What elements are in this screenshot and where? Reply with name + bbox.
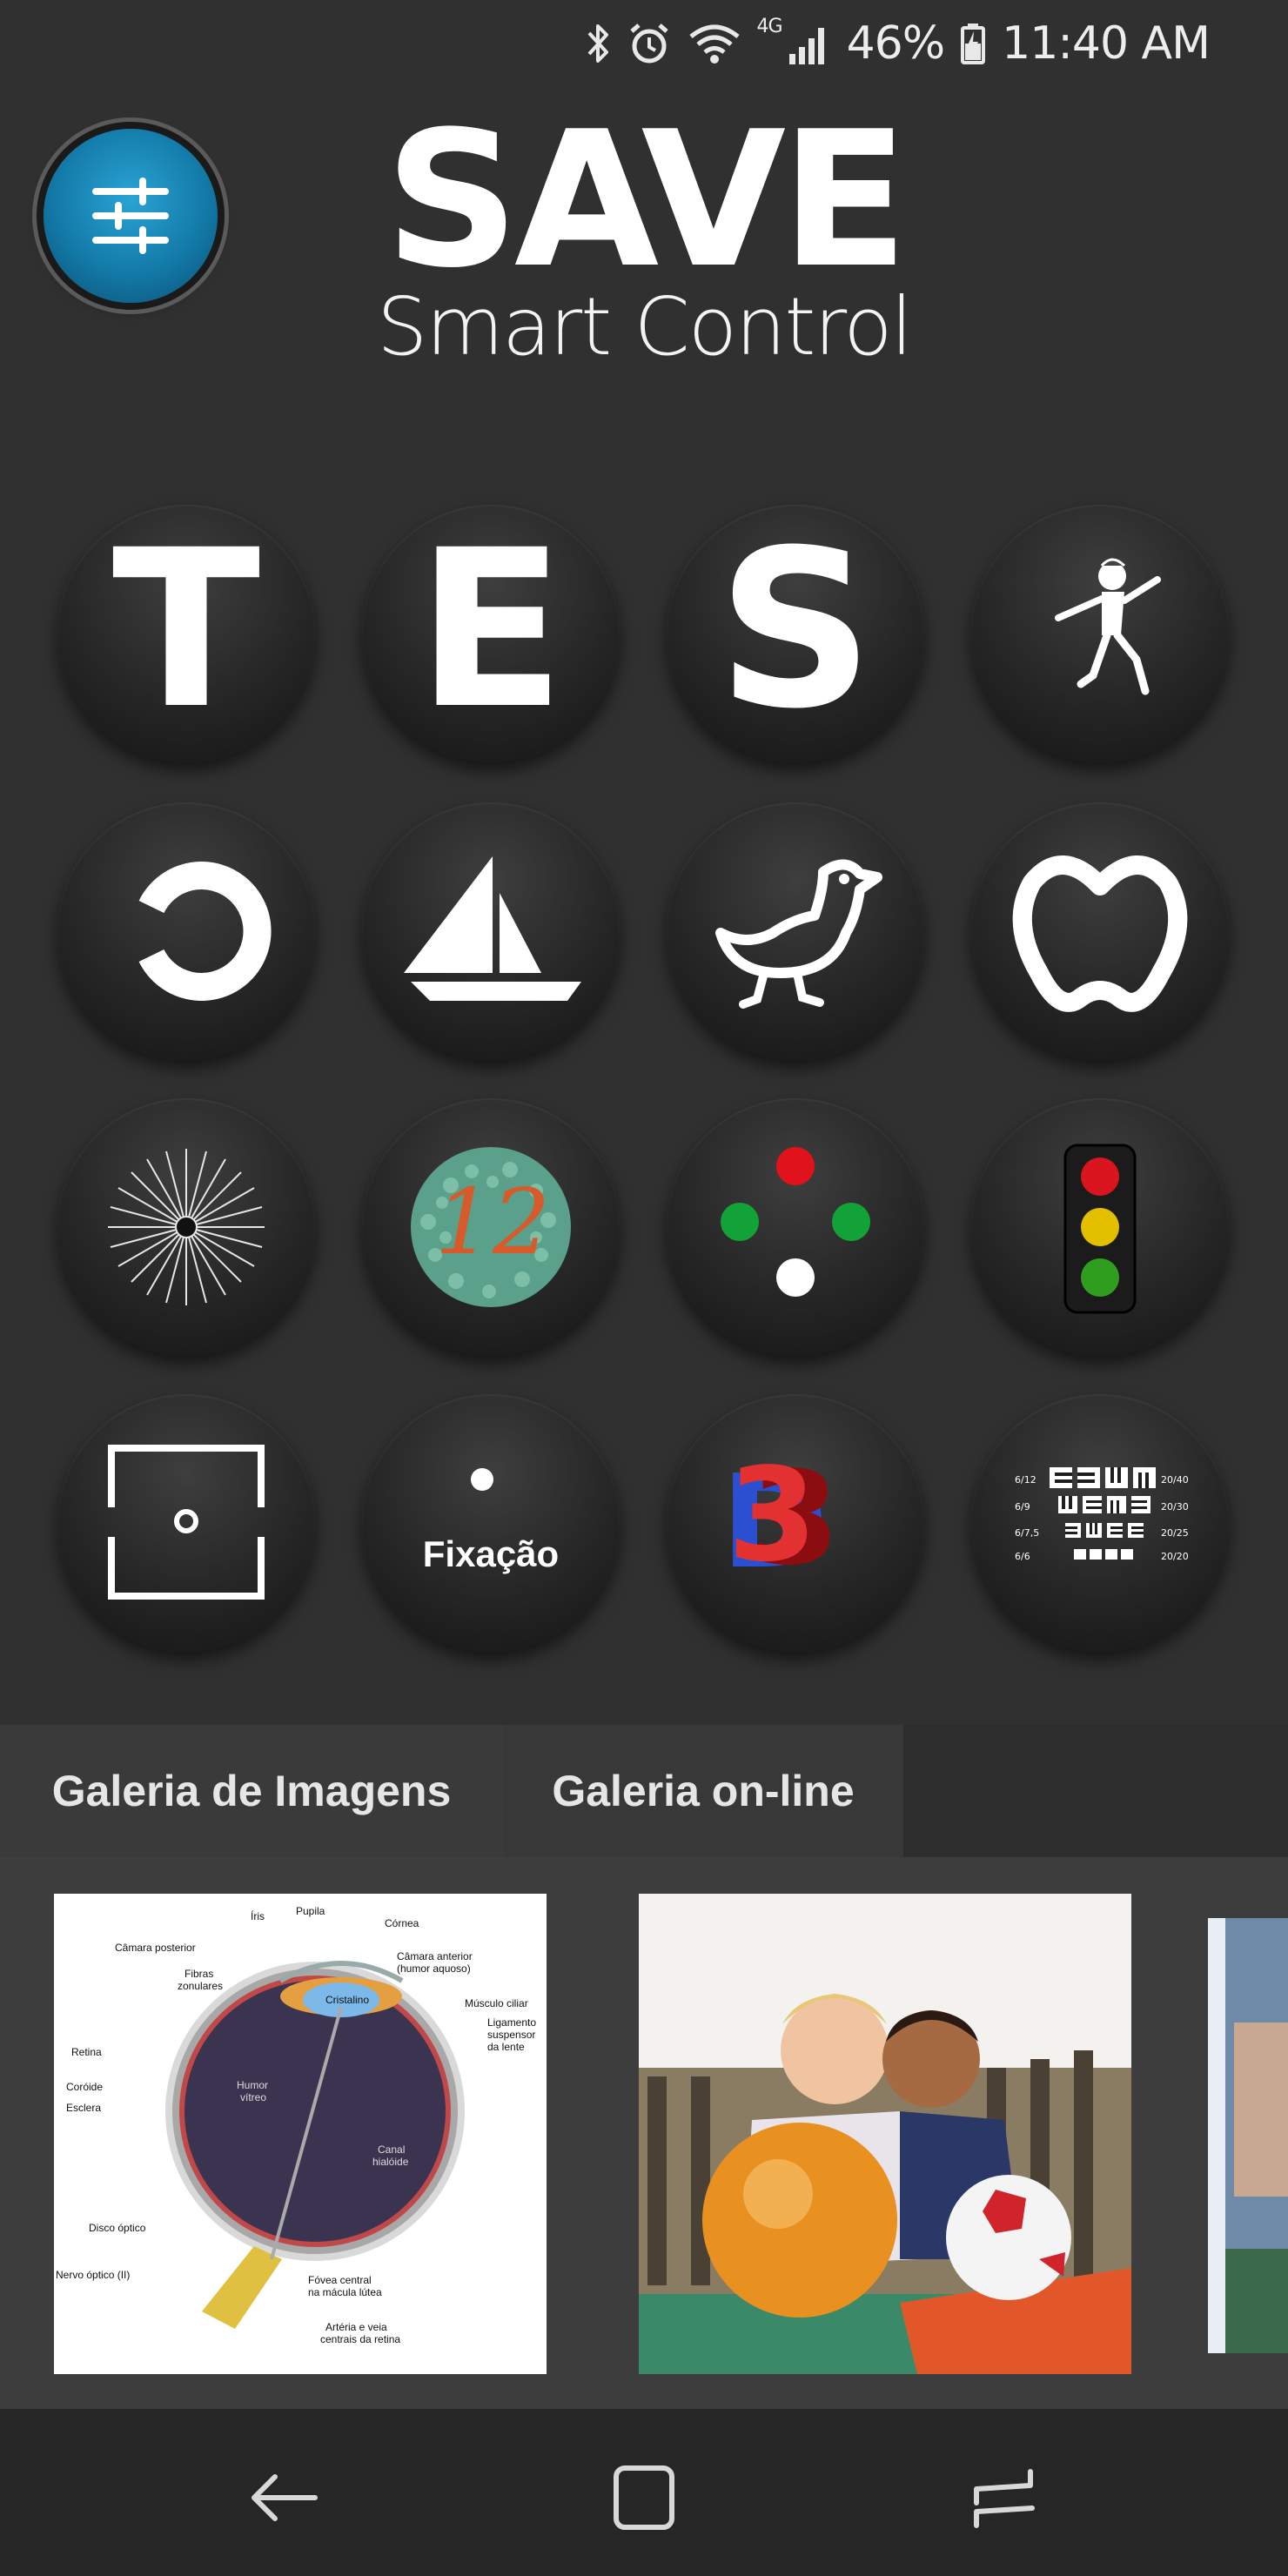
thumbnail-children-photo[interactable] <box>639 1894 1131 2374</box>
eye-label: Disco óptico <box>89 2222 146 2234</box>
eye-label: Canal <box>378 2143 405 2156</box>
four-dots-icon <box>721 1147 870 1297</box>
eye-label: Cristalino <box>325 1994 369 2006</box>
apple-icon <box>1012 855 1188 1012</box>
eye-label: zonulares <box>178 1980 223 1992</box>
radial-lines-icon <box>108 1149 265 1305</box>
eye-label: Humor <box>237 2079 268 2091</box>
fixation-label: Fixação <box>422 1533 560 1574</box>
sailboat-icon <box>404 856 581 1001</box>
tile-landolt-c[interactable] <box>57 802 315 1060</box>
letter-s: S <box>717 505 874 756</box>
system-nav-bar <box>0 2409 1288 2576</box>
eye-anatomy-image: Íris Pupila Córnea Câmara posterior Câma… <box>54 1894 547 2374</box>
tile-letter-t[interactable]: T <box>57 505 315 762</box>
eye-label: hialóide <box>372 2156 409 2168</box>
acuity-row-2-left: 6/9 <box>1015 1501 1030 1513</box>
fixation-dot-icon <box>471 1468 493 1491</box>
eye-label: Artéria e veia <box>325 2321 387 2333</box>
eye-label: Ligamento <box>487 2016 536 2029</box>
nav-back-button[interactable] <box>240 2454 327 2541</box>
letter-e: E <box>417 505 566 756</box>
ishihara-plate-icon: 12 <box>411 1147 571 1307</box>
eye-label: vítreo <box>240 2091 266 2103</box>
recents-icon <box>974 2469 1035 2528</box>
tile-three-d[interactable]: D 3 3D 3 <box>667 1394 924 1652</box>
tile-frame-target[interactable] <box>57 1394 315 1652</box>
eye-label: suspensor <box>487 2029 535 2041</box>
tile-fixation[interactable]: Fixação <box>362 1394 620 1652</box>
traffic-light-icon <box>1063 1144 1137 1314</box>
eye-label: Esclera <box>66 2102 101 2114</box>
tile-traffic-light[interactable] <box>971 1098 1229 1356</box>
ishihara-number: 12 <box>435 1169 550 1275</box>
nav-home-button[interactable] <box>600 2454 688 2541</box>
children-photo-image <box>639 1894 1131 2374</box>
tile-apple[interactable] <box>971 802 1229 1060</box>
acuity-row-2-right: 20/30 <box>1161 1501 1189 1513</box>
eye-label: Retina <box>71 2046 102 2058</box>
partial-photo-image <box>1208 1918 1288 2353</box>
eye-label: Câmara anterior <box>397 1950 473 1962</box>
acuity-chart-icon: 6/12 20/40 6/9 20/30 6/7,5 20/25 6/6 20/… <box>1015 1467 1189 1562</box>
letter-t: T <box>112 505 261 756</box>
duck-icon <box>715 859 882 1009</box>
eye-label: Pupila <box>296 1905 325 1917</box>
tile-sailboat[interactable] <box>362 802 620 1060</box>
eye-label: Fóvea central <box>308 2274 372 2286</box>
acuity-row-1-left: 6/12 <box>1015 1474 1036 1486</box>
eye-label: da lente <box>487 2041 525 2053</box>
nav-recents-button[interactable] <box>961 2454 1048 2541</box>
svg-text:3: 3 <box>728 1440 817 1590</box>
eye-label: (humor aquoso) <box>397 1962 471 1975</box>
eye-label: Músculo ciliar <box>465 1997 528 2009</box>
letter-e-icon: E <box>417 505 566 756</box>
eye-label: Coróide <box>66 2081 103 2093</box>
acuity-row-3-left: 6/7,5 <box>1015 1527 1039 1539</box>
eye-label: Córnea <box>385 1917 419 1929</box>
tile-child-figure[interactable] <box>971 505 1229 762</box>
acuity-row-1-right: 20/40 <box>1161 1474 1189 1486</box>
thumbnail-eye-anatomy[interactable]: Íris Pupila Córnea Câmara posterior Câma… <box>54 1894 547 2374</box>
thumbnail-partial[interactable] <box>1208 1918 1288 2353</box>
eye-label: na mácula lútea <box>308 2286 382 2298</box>
letter-s-icon: S <box>717 505 874 756</box>
three-d-icon: D 3 3D 3 <box>721 1440 840 1597</box>
tile-letter-s[interactable]: S <box>667 505 924 762</box>
test-grid: T E S 12 Fixação D 3 3 6/12 20/40 6/9 20… <box>0 0 1288 1706</box>
acuity-row-3-right: 20/25 <box>1161 1527 1189 1539</box>
tile-letter-e[interactable]: E <box>362 505 620 762</box>
tile-astigmatism-dial[interactable] <box>57 1098 315 1356</box>
gallery-strip[interactable]: Íris Pupila Córnea Câmara posterior Câma… <box>0 1857 1288 2409</box>
eye-label: Íris <box>251 1909 265 1922</box>
tab-galeria-imagens[interactable]: Galeria de Imagens <box>0 1725 503 1857</box>
letter-t-icon: T <box>112 505 261 756</box>
child-icon <box>1055 558 1161 695</box>
eye-label: Fibras <box>184 1968 213 1980</box>
tile-acuity-chart[interactable]: 6/12 20/40 6/9 20/30 6/7,5 20/25 6/6 20/… <box>971 1394 1229 1652</box>
frame-target-icon <box>108 1445 265 1600</box>
tab-galeria-online[interactable]: Galeria on-line <box>503 1725 903 1857</box>
acuity-row-4-right: 20/20 <box>1161 1551 1189 1562</box>
landolt-c-icon <box>138 862 272 1001</box>
acuity-row-4-left: 6/6 <box>1015 1551 1030 1562</box>
eye-label: Câmara posterior <box>115 1942 196 1954</box>
tile-ishihara[interactable]: 12 <box>362 1098 620 1356</box>
home-icon <box>614 2465 674 2530</box>
gallery-tab-bar: Galeria de Imagens Galeria on-line <box>0 1725 1288 1857</box>
back-icon <box>252 2474 318 2521</box>
tile-duck[interactable] <box>667 802 924 1060</box>
tile-worth-four-dot[interactable] <box>667 1098 924 1356</box>
eye-label: centrais da retina <box>320 2333 400 2345</box>
eye-label: Nervo óptico (II) <box>56 2269 130 2281</box>
